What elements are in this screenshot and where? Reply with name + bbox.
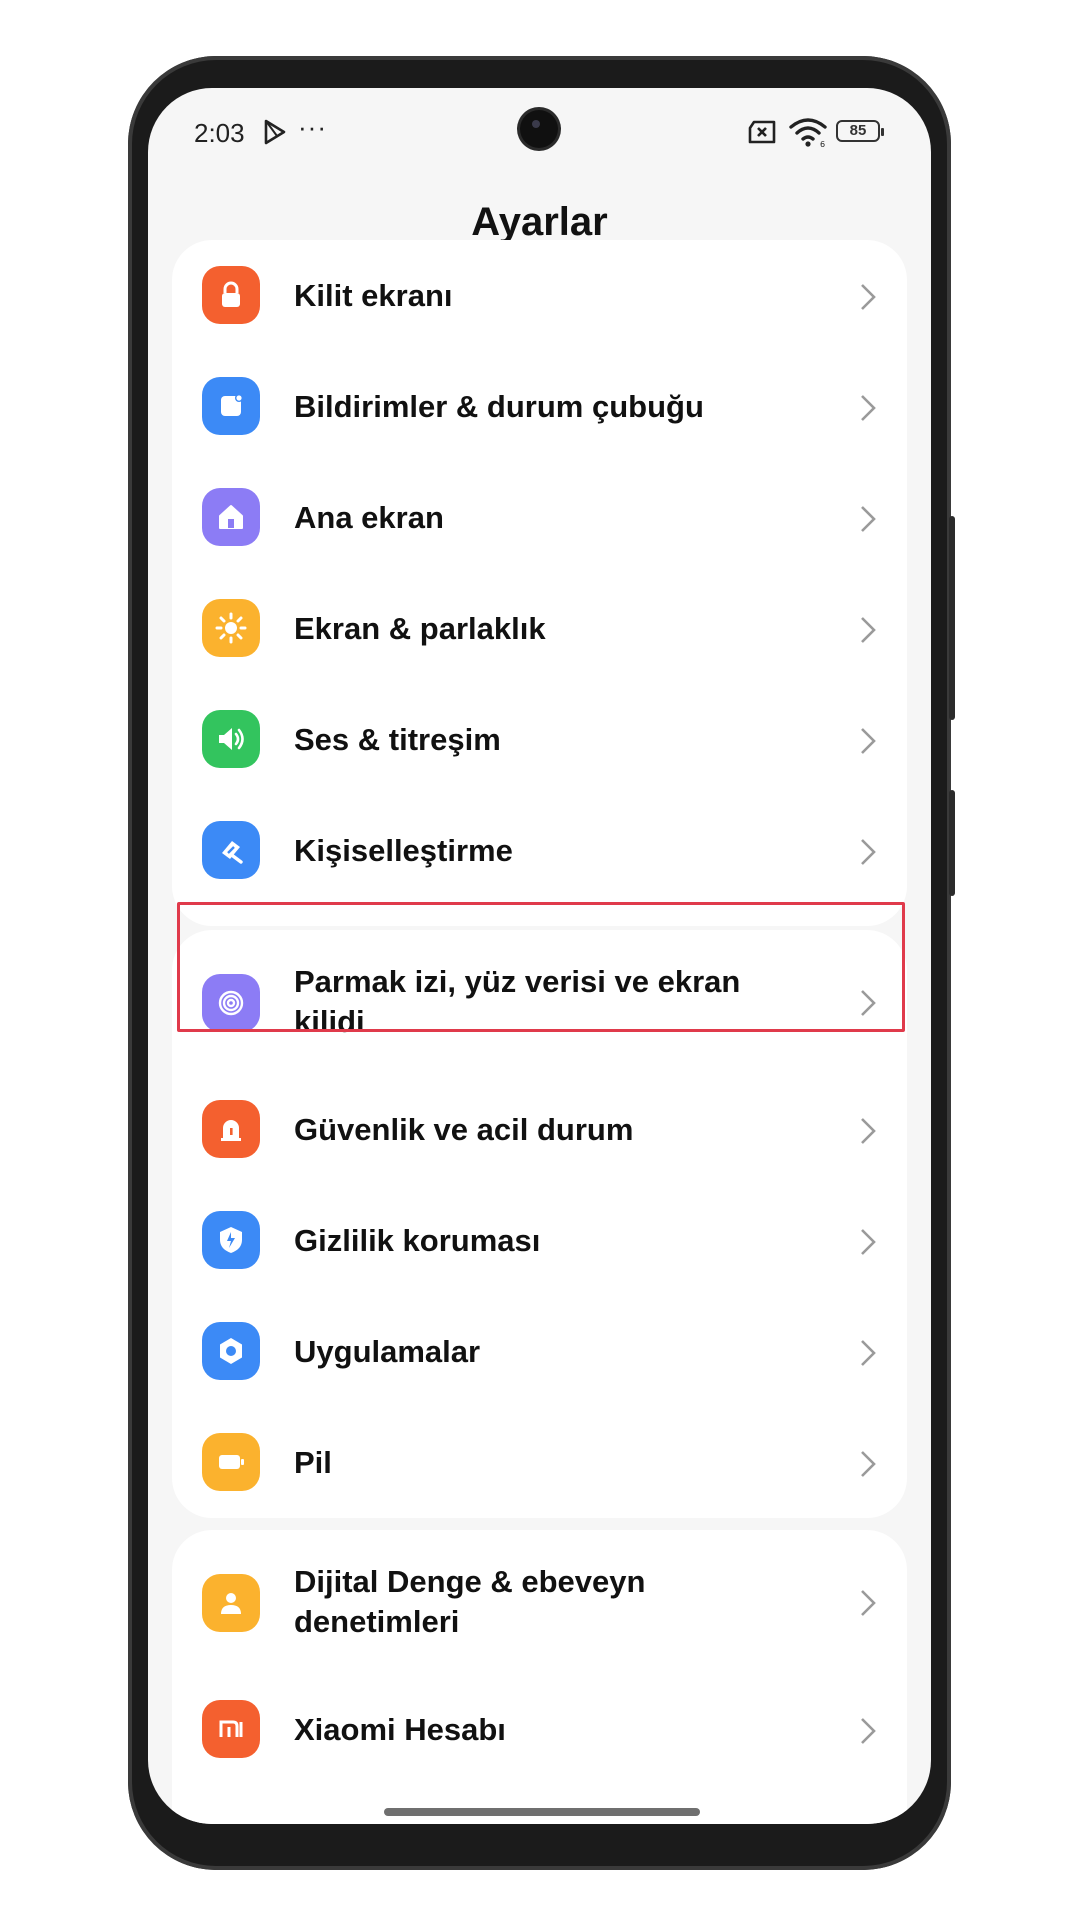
setting-label: Xiaomi Hesabı <box>294 1712 506 1747</box>
setting-item-privacy[interactable]: Gizlilik koruması <box>172 1185 907 1296</box>
xiaomi-icon <box>202 1700 260 1758</box>
front-camera <box>520 110 558 148</box>
setting-label: Güvenlik ve acil durum <box>294 1112 634 1147</box>
wifi-icon: 6 <box>789 118 827 148</box>
settings-group-1: Kilit ekranı Bildirimler & durum çubuğu … <box>172 240 907 926</box>
settings-group-3: Dijital Denge & ebeveyn denetimleri Xiao… <box>172 1530 907 1824</box>
chevron-right-icon <box>861 395 876 421</box>
home-icon <box>202 488 260 546</box>
chevron-right-icon <box>861 1118 876 1144</box>
power-button <box>949 790 955 896</box>
chevron-right-icon <box>861 284 876 310</box>
chevron-right-icon <box>861 728 876 754</box>
chevron-right-icon <box>861 1718 876 1744</box>
setting-label: Ekran & parlaklık <box>294 611 546 646</box>
setting-item-sound-vibration[interactable]: Ses & titreşim <box>172 684 907 795</box>
play-store-icon <box>264 119 286 145</box>
setting-label: Kilit ekranı <box>294 278 453 313</box>
setting-item-display-brightness[interactable]: Ekran & parlaklık <box>172 573 907 684</box>
chevron-right-icon <box>861 1451 876 1477</box>
privacy-icon <box>202 1211 260 1269</box>
emergency-icon <box>202 1100 260 1158</box>
setting-item-xiaomi-account[interactable]: Xiaomi Hesabı <box>172 1674 907 1785</box>
volume-button <box>949 516 955 720</box>
setting-label: Kişiselleştirme <box>294 833 513 868</box>
chevron-right-icon <box>861 1229 876 1255</box>
setting-label: Pil <box>294 1445 332 1480</box>
chevron-right-icon <box>861 839 876 865</box>
no-sim-icon <box>748 120 776 144</box>
setting-label: Uygulamalar <box>294 1334 481 1369</box>
more-notifications-icon: ··· <box>298 112 327 142</box>
chevron-right-icon <box>861 506 876 532</box>
brush-icon <box>202 821 260 879</box>
setting-item-security-emergency[interactable]: Güvenlik ve acil durum <box>172 1074 907 1185</box>
status-time: 2:03 <box>194 118 245 148</box>
notification-icon <box>202 377 260 435</box>
setting-item-battery[interactable]: Pil <box>172 1407 907 1518</box>
setting-label: Dijital Denge & ebeveyn denetimleri <box>294 1564 646 1639</box>
setting-item-personalization[interactable]: Kişiselleştirme <box>172 795 907 906</box>
setting-label: Ses & titreşim <box>294 722 501 757</box>
chevron-right-icon <box>861 1340 876 1366</box>
setting-item-notifications[interactable]: Bildirimler & durum çubuğu <box>172 351 907 462</box>
setting-label: Gizlilik koruması <box>294 1223 541 1258</box>
chevron-right-icon <box>861 1590 876 1616</box>
page-title: Ayarlar <box>471 200 608 244</box>
screen: 2:03 ··· 6 85 Ayarlar Kilit ekranı Bildi… <box>148 88 931 1824</box>
apps-icon <box>202 1322 260 1380</box>
svg-text:6: 6 <box>820 140 825 148</box>
digital-wellbeing-icon <box>202 1574 260 1632</box>
setting-label: Ana ekran <box>294 500 444 535</box>
home-indicator[interactable] <box>384 1808 700 1816</box>
battery-indicator: 85 <box>836 120 884 142</box>
setting-item-digital-wellbeing[interactable]: Dijital Denge & ebeveyn denetimleri <box>172 1530 907 1674</box>
battery-icon <box>202 1433 260 1491</box>
setting-item-apps[interactable]: Uygulamalar <box>172 1296 907 1407</box>
speaker-icon <box>202 710 260 768</box>
lock-icon <box>202 266 260 324</box>
chevron-right-icon <box>861 617 876 643</box>
setting-item-lock-screen[interactable]: Kilit ekranı <box>172 240 907 351</box>
highlight-box <box>177 902 905 1032</box>
setting-label: Bildirimler & durum çubuğu <box>294 389 704 424</box>
setting-item-home-screen[interactable]: Ana ekran <box>172 462 907 573</box>
sun-icon <box>202 599 260 657</box>
